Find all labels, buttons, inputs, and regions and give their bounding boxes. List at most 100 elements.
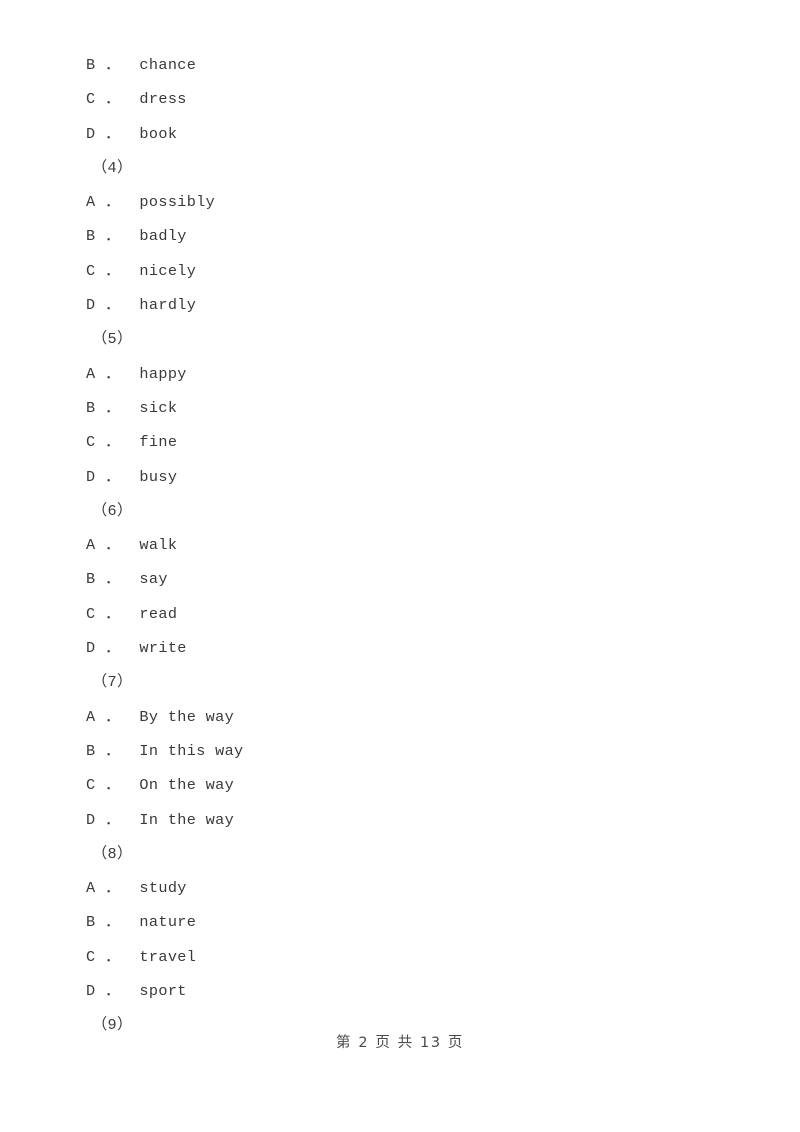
answer-option: B ． say	[86, 562, 706, 596]
option-letter: B	[86, 741, 96, 760]
option-text: study	[139, 879, 187, 898]
answer-option: D ． In the way	[86, 803, 706, 837]
answer-option: B ． nature	[86, 905, 706, 939]
option-text: On the way	[139, 776, 235, 795]
option-text: travel	[139, 947, 197, 966]
answer-option: A ． walk	[86, 528, 706, 562]
answer-option: C ． On the way	[86, 768, 706, 802]
question-number: （8）	[92, 844, 133, 863]
option-separator: ．	[104, 570, 121, 589]
option-separator: ．	[104, 364, 121, 383]
answer-option: C ． fine	[86, 425, 706, 459]
option-letter: C	[86, 604, 96, 623]
option-letter: D	[86, 124, 96, 143]
option-text: nicely	[139, 261, 197, 280]
option-letter: D	[86, 296, 96, 315]
option-separator: ．	[104, 296, 121, 315]
option-separator: ．	[104, 193, 121, 212]
option-text: nature	[139, 913, 197, 932]
answer-option: D ． book	[86, 117, 706, 151]
option-letter: B	[86, 398, 96, 417]
answer-option: D ． write	[86, 631, 706, 665]
question-list: B ． chance C ． dress D ． book （4） A ． possib…	[86, 48, 706, 1043]
answer-option: B ． In this way	[86, 734, 706, 768]
question-number: （6）	[92, 501, 133, 520]
option-text: chance	[139, 56, 197, 74]
answer-option: C ． travel	[86, 940, 706, 974]
answer-option: B ． chance	[86, 48, 706, 82]
option-letter: B	[86, 913, 96, 932]
question-number: （5）	[92, 330, 133, 349]
option-text: busy	[139, 467, 178, 486]
option-text: book	[139, 124, 178, 143]
option-separator: ．	[104, 741, 121, 760]
option-text: hardly	[139, 296, 197, 315]
option-separator: ．	[104, 227, 121, 246]
option-separator: ．	[104, 982, 121, 1001]
option-text: write	[139, 639, 187, 658]
option-letter: C	[86, 776, 96, 795]
page-footer: 第 2 页 共 13 页	[336, 1035, 464, 1051]
option-letter: C	[86, 261, 96, 280]
option-text: walk	[139, 536, 178, 555]
answer-option: D ． sport	[86, 974, 706, 1008]
answer-option: A ． By the way	[86, 700, 706, 734]
option-letter: B	[86, 56, 96, 74]
option-separator: ．	[104, 776, 121, 795]
option-separator: ．	[104, 536, 121, 555]
option-letter: B	[86, 570, 96, 589]
answer-option: B ． sick	[86, 391, 706, 425]
option-letter: D	[86, 810, 96, 829]
option-separator: ．	[104, 56, 121, 74]
option-text: possibly	[139, 193, 216, 212]
document-page: B ． chance C ． dress D ． book （4） A ． possib…	[0, 0, 800, 1132]
option-separator: ．	[104, 467, 121, 486]
option-letter: B	[86, 227, 96, 246]
option-text: say	[139, 570, 168, 589]
option-text: sick	[139, 398, 178, 417]
answer-option: D ． hardly	[86, 288, 706, 322]
option-separator: ．	[104, 913, 121, 932]
option-letter: A	[86, 364, 96, 383]
option-separator: ．	[104, 398, 121, 417]
option-letter: A	[86, 536, 96, 555]
option-separator: ．	[104, 604, 121, 623]
option-separator: ．	[104, 879, 121, 898]
option-text: fine	[139, 433, 178, 452]
option-separator: ．	[104, 707, 121, 726]
option-separator: ．	[104, 90, 121, 109]
option-text: dress	[139, 90, 187, 109]
option-text: sport	[139, 982, 187, 1001]
option-letter: A	[86, 879, 96, 898]
option-letter: A	[86, 193, 96, 212]
answer-option: C ． dress	[86, 82, 706, 116]
option-letter: A	[86, 707, 96, 726]
option-separator: ．	[104, 639, 121, 658]
option-separator: ．	[104, 947, 121, 966]
answer-option: A ． possibly	[86, 185, 706, 219]
answer-option: A ． study	[86, 871, 706, 905]
option-letter: C	[86, 90, 96, 109]
option-letter: D	[86, 982, 96, 1001]
option-text: In the way	[139, 810, 235, 829]
option-text: happy	[139, 364, 187, 383]
answer-option: B ． badly	[86, 219, 706, 253]
option-separator: ．	[104, 124, 121, 143]
option-text: badly	[139, 227, 187, 246]
answer-option: C ． read	[86, 597, 706, 631]
option-text: read	[139, 604, 178, 623]
answer-option: D ． busy	[86, 460, 706, 494]
option-letter: D	[86, 467, 96, 486]
option-letter: C	[86, 947, 96, 966]
option-separator: ．	[104, 433, 121, 452]
option-text: In this way	[139, 741, 244, 760]
answer-option: A ． happy	[86, 357, 706, 391]
option-separator: ．	[104, 810, 121, 829]
option-text: By the way	[139, 707, 235, 726]
question-number: （7）	[92, 673, 133, 692]
option-letter: C	[86, 433, 96, 452]
option-letter: D	[86, 639, 96, 658]
answer-option: C ． nicely	[86, 254, 706, 288]
question-number: （4）	[92, 158, 133, 177]
option-separator: ．	[104, 261, 121, 280]
